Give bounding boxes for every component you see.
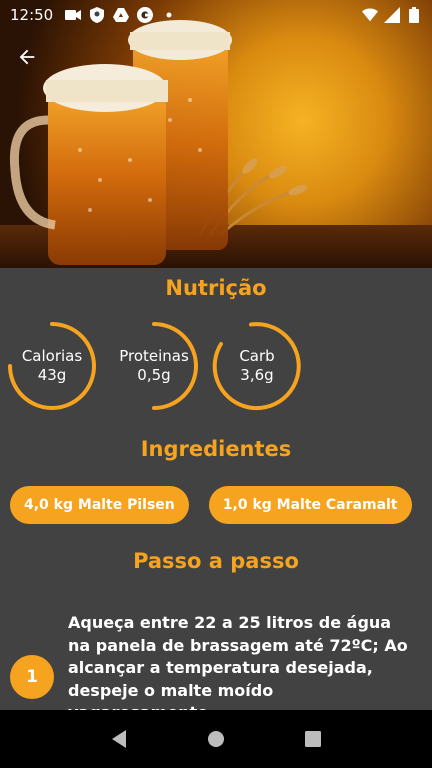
- recents-square-icon: [305, 731, 322, 747]
- google-icon: [137, 7, 154, 23]
- nutrition-item-calories: Calorias 43g: [6, 320, 98, 412]
- back-button[interactable]: [16, 46, 52, 82]
- system-nav-bar: [0, 710, 432, 768]
- battery-icon: [406, 7, 422, 23]
- ingredient-chip[interactable]: 4,0 kg Malte Pilsen: [10, 486, 189, 524]
- beer-mugs-illustration: [0, 20, 432, 268]
- drive-icon: [113, 7, 130, 23]
- wifi-icon: [362, 7, 378, 23]
- ingredient-chip[interactable]: 1,0 kg Malte Caramalt: [208, 486, 412, 524]
- status-bar: 12:50: [0, 0, 432, 30]
- nav-home-button[interactable]: [196, 719, 236, 759]
- arrow-back-icon: [19, 49, 35, 65]
- back-triangle-icon: [111, 730, 126, 748]
- home-circle-icon: [207, 731, 224, 747]
- nutrition-label: Calorias: [21, 347, 83, 365]
- nutrition-list: Calorias 43g Proteinas 0,5g Carb 3,6g: [0, 320, 432, 414]
- nutrition-label: Proteinas: [119, 347, 189, 365]
- steps-title: Passo a passo: [133, 549, 299, 573]
- nav-recents-button[interactable]: [293, 719, 333, 759]
- nutrition-value: 43g: [37, 366, 67, 384]
- nutrition-item-carb: Carb 3,6g: [211, 320, 303, 412]
- nutrition-value: 3,6g: [240, 366, 274, 384]
- nav-back-button[interactable]: [99, 719, 139, 759]
- dot-icon: [161, 7, 177, 23]
- nutrition-value: 0,5g: [137, 366, 171, 384]
- recipe-detail-screen: 12:50 Nutrição Calorias 43g Proteinas 0,…: [0, 0, 432, 768]
- step-text: Aqueça entre 22 a 25 litros de água na p…: [68, 613, 408, 722]
- ingredients-list: 4,0 kg Malte Pilsen 1,0 kg Malte Caramal…: [10, 486, 432, 524]
- nutrition-title: Nutrição: [165, 276, 267, 300]
- shield-icon: [89, 7, 105, 23]
- step-number-badge: 1: [10, 655, 54, 700]
- status-time: 12:50: [10, 6, 54, 24]
- ingredients-title: Ingredientes: [140, 437, 292, 461]
- signal-icon: [384, 7, 400, 23]
- nutrition-label: Carb: [239, 347, 275, 365]
- nutrition-item-proteins: Proteinas 0,5g: [108, 320, 200, 412]
- video-icon: [65, 7, 82, 23]
- header-image: [0, 0, 432, 268]
- step-item: 1 Aqueça entre 22 a 25 litros de água na…: [10, 612, 422, 725]
